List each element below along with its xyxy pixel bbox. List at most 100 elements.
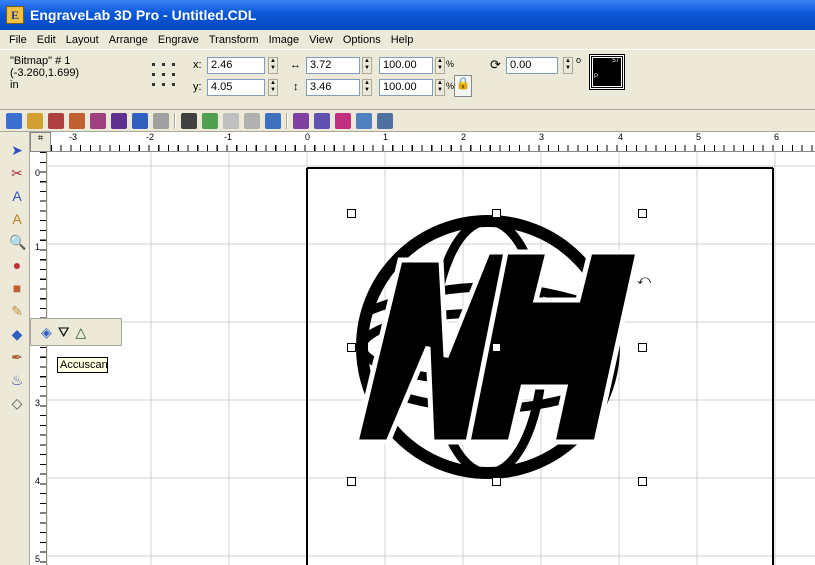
height-spinner[interactable]: ▲ ▼ — [362, 79, 372, 96]
pick-tool-icon[interactable]: ➤ — [9, 142, 25, 158]
eraser-tool-icon[interactable]: ◇ — [9, 395, 25, 411]
width-spinner[interactable]: ▲ ▼ — [362, 57, 372, 74]
move-icon[interactable] — [181, 112, 197, 129]
export-icon[interactable] — [90, 112, 106, 129]
horizontal-ruler: -3 -2 -1 0 1 2 3 4 5 6 — [51, 132, 815, 152]
engrave-icon[interactable] — [356, 112, 372, 129]
engrave-tool-icon[interactable]: ♨ — [9, 372, 25, 388]
pen-tool-icon[interactable]: ✒ — [9, 349, 25, 365]
align-icon[interactable] — [265, 112, 281, 129]
rotation-field[interactable]: 0.00 — [506, 57, 558, 74]
menu-bar: File Edit Layout Arrange Engrave Transfo… — [0, 30, 815, 49]
ruler-label: 6 — [774, 132, 780, 142]
selection-handle-left[interactable] — [347, 343, 356, 352]
title-bar: E EngraveLab 3D Pro - Untitled.CDL — [0, 0, 815, 30]
save-icon[interactable] — [48, 112, 64, 129]
app-icon: E — [6, 6, 24, 24]
object-name: "Bitmap" # 1 — [10, 55, 71, 67]
select-all-icon[interactable] — [202, 112, 218, 129]
units-label: in — [10, 79, 19, 91]
width-field[interactable]: 3.72 — [306, 57, 360, 74]
scale-x-field[interactable]: 100.00 — [379, 57, 433, 74]
anchor-grid-icon[interactable] — [150, 61, 178, 89]
open-icon[interactable] — [27, 112, 43, 129]
selection-handle-center[interactable] — [492, 343, 501, 352]
menu-engrave[interactable]: Engrave — [153, 34, 204, 46]
window-title: EngraveLab 3D Pro - Untitled.CDL — [30, 7, 257, 23]
width-icon: ↔ — [290, 59, 301, 71]
outline-trace-icon[interactable]: △ — [76, 324, 87, 341]
import-icon[interactable] — [69, 112, 85, 129]
scale-x-percent: % — [446, 59, 455, 69]
ruler-label: 0 — [305, 132, 311, 142]
ruler-label: 2 — [461, 132, 467, 142]
menu-transform[interactable]: Transform — [204, 34, 264, 46]
y-spinner[interactable]: ▲ ▼ — [268, 79, 278, 96]
scale-y-spinner[interactable]: ▲ ▼ — [435, 79, 445, 96]
menu-layout[interactable]: Layout — [61, 34, 104, 46]
lock-ratio-icon[interactable]: 🔒 — [454, 75, 472, 97]
accuscan-icon[interactable]: ◈ — [41, 324, 52, 341]
tooltip: Accuscan — [57, 357, 108, 373]
selection-handle-bottom-left[interactable] — [347, 477, 356, 486]
mirror-icon[interactable] — [244, 112, 260, 129]
drawing-canvas[interactable]: ⤺ — [48, 152, 815, 565]
freehand-tool-icon[interactable]: ✎ — [9, 303, 25, 319]
selection-handle-bottom-right[interactable] — [638, 477, 647, 486]
rotate-tool-icon[interactable] — [223, 112, 239, 129]
ruler-label: 3 — [539, 132, 545, 142]
selection-handle-bottom[interactable] — [492, 477, 501, 486]
y-field[interactable]: 4.05 — [207, 79, 265, 96]
x-field[interactable]: 2.46 — [207, 57, 265, 74]
zoom-tool-icon[interactable]: 🔍 — [9, 234, 26, 250]
toolbar-separator — [174, 112, 176, 129]
y-label: y: — [193, 81, 202, 93]
height-field[interactable]: 3.46 — [306, 79, 360, 96]
print-icon[interactable] — [111, 112, 127, 129]
text-tool-icon[interactable]: A — [9, 188, 25, 204]
ruler-label: 4 — [618, 132, 624, 142]
menu-arrange[interactable]: Arrange — [104, 34, 153, 46]
toolbar-separator-2 — [286, 112, 288, 129]
menu-view[interactable]: View — [304, 34, 338, 46]
undo-icon[interactable] — [132, 112, 148, 129]
selection-handle-top-right[interactable] — [638, 209, 647, 218]
rotate-handle-icon[interactable]: ⤺ — [637, 272, 651, 288]
rotation-spinner[interactable]: ▲ ▼ — [563, 57, 573, 74]
menu-edit[interactable]: Edit — [32, 34, 61, 46]
ellipse-tool-icon[interactable]: ● — [9, 257, 25, 273]
new-icon[interactable] — [6, 112, 22, 129]
object-position: (-3.260,1.699) — [10, 67, 80, 79]
object-info: "Bitmap" # 1 (-3.260,1.699) in — [10, 55, 130, 91]
vertical-ruler: 0 1 2 3 4 5 — [30, 152, 47, 565]
menu-file[interactable]: File — [4, 34, 32, 46]
node-edit-icon[interactable] — [314, 112, 330, 129]
selection-handle-right[interactable] — [638, 343, 647, 352]
app-window: E EngraveLab 3D Pro - Untitled.CDL File … — [0, 0, 815, 565]
menu-help[interactable]: Help — [386, 34, 419, 46]
menu-options[interactable]: Options — [338, 34, 386, 46]
menu-image[interactable]: Image — [264, 34, 305, 46]
selection-handle-top-left[interactable] — [347, 209, 356, 218]
grid-icon[interactable] — [335, 112, 351, 129]
canvas-svg — [48, 152, 815, 565]
rectangle-tool-icon[interactable]: ■ — [9, 280, 25, 296]
shape-tool-icon[interactable]: ✂ — [9, 165, 25, 181]
x-spinner[interactable]: ▲ ▼ — [268, 57, 278, 74]
pointer-icon[interactable] — [293, 112, 309, 129]
ruler-label: -3 — [69, 132, 78, 142]
bitmap-preview[interactable]: 57 P — [589, 54, 625, 90]
scan-flyout: ◈ ⛛ △ — [30, 318, 122, 346]
scan-tool-icon[interactable]: ◆ — [9, 326, 25, 342]
artistic-text-icon[interactable]: A — [9, 211, 25, 227]
ruler-corner-icon[interactable]: ⌗ — [30, 132, 51, 152]
scale-x-spinner[interactable]: ▲ ▼ — [435, 57, 445, 74]
preview-bottom-text: P — [594, 74, 599, 80]
selection-handle-top[interactable] — [492, 209, 501, 218]
redo-icon[interactable] — [153, 112, 169, 129]
preview-top-text: 57 — [612, 58, 619, 64]
trace-icon[interactable]: ⛛ — [58, 324, 70, 341]
scale-y-field[interactable]: 100.00 — [379, 79, 433, 96]
ruler-label: 5 — [696, 132, 702, 142]
engrave-output-icon[interactable] — [377, 112, 393, 129]
